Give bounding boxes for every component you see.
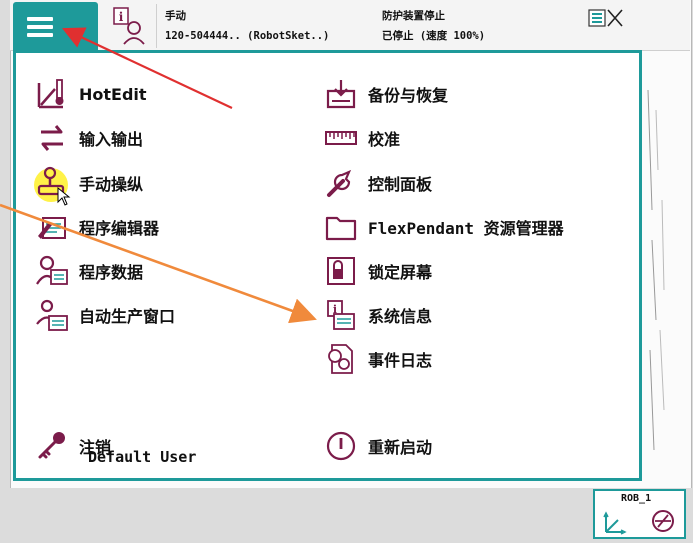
key-icon xyxy=(38,432,65,459)
operating-mode: 手动 xyxy=(165,10,186,22)
menu-item-label: HotEdit xyxy=(79,84,147,104)
io-arrows-icon xyxy=(41,125,63,151)
menu-item-system-info[interactable]: i 系统信息 xyxy=(324,297,432,333)
program-data-icon xyxy=(36,255,68,285)
mechanical-unit-quickset[interactable]: ROB_1 xyxy=(593,489,686,539)
menu-item-jogging[interactable]: 手动操纵 xyxy=(35,165,143,201)
chevron-down-icon: ⌄ xyxy=(61,12,82,40)
menu-item-label: 程序数据 xyxy=(79,263,144,282)
menu-item-control-panel[interactable]: 控制面板 xyxy=(324,165,432,201)
folder-icon xyxy=(325,216,357,241)
svg-text:i: i xyxy=(119,10,124,24)
menu-item-label: 备份与恢复 xyxy=(368,86,449,105)
menu-item-program-data[interactable]: 程序数据 xyxy=(35,253,143,289)
menu-icon xyxy=(27,17,53,37)
speed-state: 已停止 (速度 100%) xyxy=(382,30,486,42)
wrench-icon xyxy=(327,169,352,197)
menu-item-label: 控制面板 xyxy=(368,175,433,194)
abb-menu-button[interactable]: ⌄ xyxy=(13,2,98,51)
safety-state: 防护装置停止 xyxy=(382,10,445,22)
calibration-icon xyxy=(325,131,357,145)
menu-item-flexpendant-explorer[interactable]: FlexPendant 资源管理器 xyxy=(324,209,564,245)
background-window-edge xyxy=(647,89,665,451)
lock-icon xyxy=(327,257,355,285)
menu-item-label: 输入输出 xyxy=(79,130,144,149)
coordinate-system-icon xyxy=(603,511,627,535)
close-window-button[interactable] xyxy=(588,8,626,28)
menu-item-io[interactable]: 输入输出 xyxy=(35,120,143,156)
menu-item-label: 系统信息 xyxy=(368,307,433,326)
controller-status: 防护装置停止 已停止 (速度 100%) xyxy=(382,6,485,46)
robot-unit-label: ROB_1 xyxy=(621,493,652,504)
hotedit-icon xyxy=(37,79,64,109)
event-log-icon xyxy=(328,344,353,374)
joystick-icon xyxy=(37,166,65,196)
restart-label: 重新启动 xyxy=(368,438,433,457)
system-info-icon: i xyxy=(327,300,355,330)
menu-item-production-window[interactable]: 自动生产窗口 xyxy=(35,297,175,333)
controller-name: 120-504444.. (RobotSket..) xyxy=(165,30,330,42)
incremental-move-icon xyxy=(652,510,674,532)
restart-icon xyxy=(326,431,356,461)
menu-item-calibration[interactable]: 校准 xyxy=(324,120,400,156)
status-info-icon[interactable]: i xyxy=(108,4,157,48)
menu-item-label: FlexPendant 资源管理器 xyxy=(368,219,564,238)
menu-item-lock-screen[interactable]: 锁定屏幕 xyxy=(324,253,432,289)
menu-item-backup-restore[interactable]: 备份与恢复 xyxy=(324,76,448,112)
menu-item-hotedit[interactable]: HotEdit xyxy=(35,76,147,112)
menu-item-label: 校准 xyxy=(368,130,401,149)
menu-item-label: 程序编辑器 xyxy=(79,219,160,238)
current-user-name: Default User xyxy=(88,448,197,466)
menu-item-label: 锁定屏幕 xyxy=(368,263,433,282)
menu-item-event-log[interactable]: 事件日志 xyxy=(324,341,432,377)
restart-button[interactable]: 重新启动 xyxy=(324,428,432,464)
program-editor-icon xyxy=(38,217,66,239)
operator-status: 手动 120-504444.. (RobotSket..) xyxy=(165,6,329,46)
backup-restore-icon xyxy=(326,80,356,109)
menu-item-program-editor[interactable]: 程序编辑器 xyxy=(35,209,159,245)
menu-item-label: 自动生产窗口 xyxy=(79,307,176,326)
menu-item-label: 手动操纵 xyxy=(79,175,144,194)
auto-production-icon xyxy=(36,299,68,331)
menu-item-label: 事件日志 xyxy=(368,351,433,370)
